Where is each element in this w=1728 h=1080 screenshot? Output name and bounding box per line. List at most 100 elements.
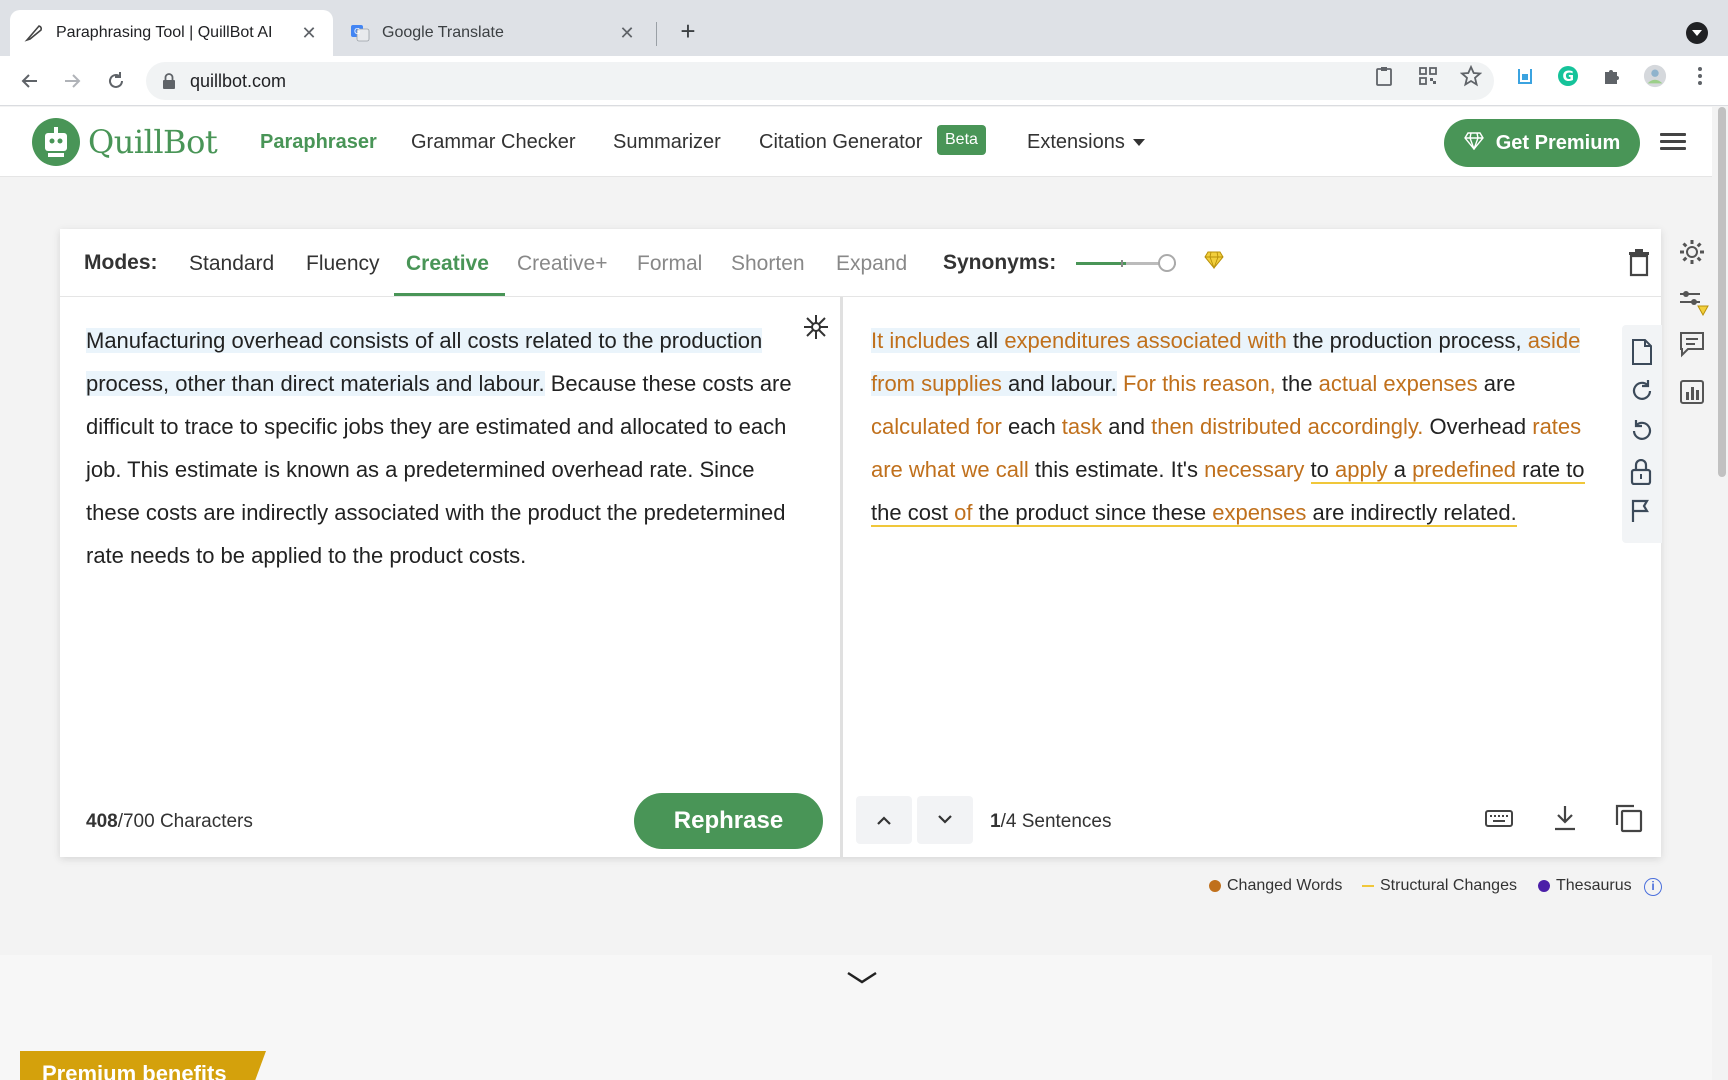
nav-summarizer[interactable]: Summarizer: [613, 131, 721, 154]
feedback-comment-icon[interactable]: [1678, 330, 1706, 358]
clipboard-icon[interactable]: [1372, 64, 1396, 88]
scroll-down-chevron-icon[interactable]: [846, 970, 878, 986]
changed-word[interactable]: task: [1062, 414, 1102, 439]
nav-grammar-checker[interactable]: Grammar Checker: [411, 131, 575, 154]
svg-text:G: G: [1563, 69, 1575, 85]
rephrase-button[interactable]: Rephrase: [634, 793, 823, 849]
premium-benefits-ribbon: Premium benefits: [20, 1051, 266, 1080]
browser-menu-icon[interactable]: [1688, 64, 1712, 88]
flag-icon[interactable]: [1630, 499, 1654, 523]
tab-search-icon[interactable]: [1686, 22, 1708, 44]
close-tab-icon[interactable]: ✕: [617, 23, 637, 44]
changed-word[interactable]: apply: [1335, 457, 1388, 482]
legend-structural-changes: Structural Changes: [1362, 877, 1517, 895]
lock-sentence-icon[interactable]: [1630, 458, 1654, 486]
changed-word[interactable]: expenses: [1212, 500, 1306, 525]
nav-citation-generator[interactable]: Citation Generator: [759, 131, 922, 154]
quillbot-logo[interactable]: QuillBot: [32, 118, 218, 166]
nav-paraphraser[interactable]: Paraphraser: [260, 131, 377, 154]
synonyms-label: Synonyms:: [943, 251, 1057, 274]
extension-blue-icon[interactable]: [1513, 64, 1537, 88]
mode-fluency[interactable]: Fluency: [306, 252, 380, 276]
statistics-chart-icon[interactable]: [1678, 378, 1706, 406]
logo-wordmark: QuillBot: [88, 123, 218, 161]
character-count-current: 408: [86, 811, 118, 832]
changed-word[interactable]: For this reason,: [1123, 371, 1276, 396]
mode-shorten[interactable]: Shorten: [731, 252, 805, 276]
chevron-up-icon: [877, 816, 891, 825]
freeze-words-icon[interactable]: [802, 313, 830, 348]
sentence-counter: 1/4 Sentences: [990, 811, 1112, 833]
changed-word[interactable]: predefined: [1412, 457, 1516, 482]
modes-sliders-premium-icon[interactable]: [1678, 284, 1709, 317]
slider-fill: [1076, 262, 1126, 265]
hamburger-menu-icon[interactable]: [1660, 133, 1686, 151]
output-word: Overhead: [1423, 414, 1533, 439]
premium-diamond-icon: [1204, 251, 1224, 274]
changed-word[interactable]: It includes: [871, 328, 970, 353]
close-tab-icon[interactable]: ✕: [299, 23, 319, 44]
rephrase-again-icon[interactable]: [1630, 379, 1654, 403]
tab-google-translate[interactable]: G Google Translate ✕: [336, 10, 651, 56]
legend-changed-words-label: Changed Words: [1227, 877, 1343, 894]
undo-icon[interactable]: [1630, 419, 1654, 443]
output-word: a: [1387, 457, 1413, 482]
changed-words-dot: [1209, 880, 1221, 892]
changed-word[interactable]: of: [954, 500, 972, 525]
input-text-area[interactable]: Manufacturing overhead consists of all c…: [86, 319, 806, 577]
modes-bar: Modes: Standard Fluency Creative Creativ…: [60, 229, 1661, 297]
changed-word[interactable]: actual expenses: [1319, 371, 1478, 396]
changed-word[interactable]: expenditures associated with: [1004, 328, 1287, 353]
get-premium-button[interactable]: Get Premium: [1444, 119, 1640, 167]
output-word: the product since these: [972, 500, 1213, 525]
changed-word[interactable]: calculated for: [871, 414, 1002, 439]
tab-title: Google Translate: [382, 24, 504, 41]
mode-creative[interactable]: Creative: [406, 252, 489, 276]
new-tab-button[interactable]: +: [674, 18, 702, 46]
qr-code-icon[interactable]: [1416, 64, 1440, 88]
mode-standard[interactable]: Standard: [189, 252, 274, 276]
bookmark-star-icon[interactable]: [1459, 64, 1483, 88]
pane-divider: [840, 297, 843, 857]
synonyms-slider[interactable]: [1076, 254, 1176, 272]
output-word: are indirectly related.: [1306, 500, 1517, 525]
copy-icon[interactable]: [1614, 803, 1644, 833]
previous-sentence-button[interactable]: [856, 796, 912, 844]
mode-creative-plus[interactable]: Creative+: [517, 252, 607, 276]
diamond-icon: [1463, 131, 1484, 155]
forward-icon[interactable]: [56, 65, 88, 97]
character-count: 408/700 Characters: [86, 811, 253, 833]
extensions-puzzle-icon[interactable]: [1600, 64, 1624, 88]
changed-word[interactable]: then distributed accordingly.: [1151, 414, 1423, 439]
slider-knob[interactable]: [1158, 254, 1176, 272]
output-word: this estimate. It's: [1028, 457, 1205, 482]
reload-icon[interactable]: [100, 65, 132, 97]
download-icon[interactable]: [1550, 803, 1580, 833]
delete-trash-icon[interactable]: [1628, 249, 1650, 277]
output-word: and labour.: [1001, 371, 1117, 396]
nav-extensions[interactable]: Extensions: [1027, 131, 1145, 154]
paraphraser-card: Modes: Standard Fluency Creative Creativ…: [60, 229, 1662, 857]
next-sentence-button[interactable]: [917, 796, 973, 844]
output-text-area[interactable]: It includes all expenditures associated …: [871, 319, 1611, 534]
output-side-toolbar: [1622, 325, 1662, 543]
address-bar[interactable]: quillbot.com: [146, 62, 1494, 100]
sentence-current: 1: [990, 811, 1001, 832]
grammarly-icon[interactable]: G: [1556, 64, 1580, 88]
quillbot-header: QuillBot Paraphraser Grammar Checker Sum…: [0, 107, 1712, 177]
page-scrollbar[interactable]: [1718, 107, 1726, 477]
mode-formal[interactable]: Formal: [637, 252, 702, 276]
output-word: are: [1477, 371, 1516, 396]
changed-word[interactable]: necessary: [1204, 457, 1304, 482]
settings-gear-icon[interactable]: [1678, 238, 1706, 266]
get-premium-label: Get Premium: [1495, 131, 1621, 154]
mode-expand[interactable]: Expand: [836, 252, 907, 276]
info-icon[interactable]: i: [1644, 878, 1662, 896]
keyboard-icon[interactable]: [1484, 803, 1514, 833]
tab-quillbot[interactable]: Paraphrasing Tool | QuillBot AI ✕: [10, 10, 333, 56]
legend-thesaurus-label: Thesaurus: [1556, 877, 1632, 894]
lock-icon: [162, 73, 176, 89]
compare-document-icon[interactable]: [1630, 339, 1654, 365]
back-icon[interactable]: [14, 65, 46, 97]
profile-avatar[interactable]: [1643, 64, 1667, 88]
